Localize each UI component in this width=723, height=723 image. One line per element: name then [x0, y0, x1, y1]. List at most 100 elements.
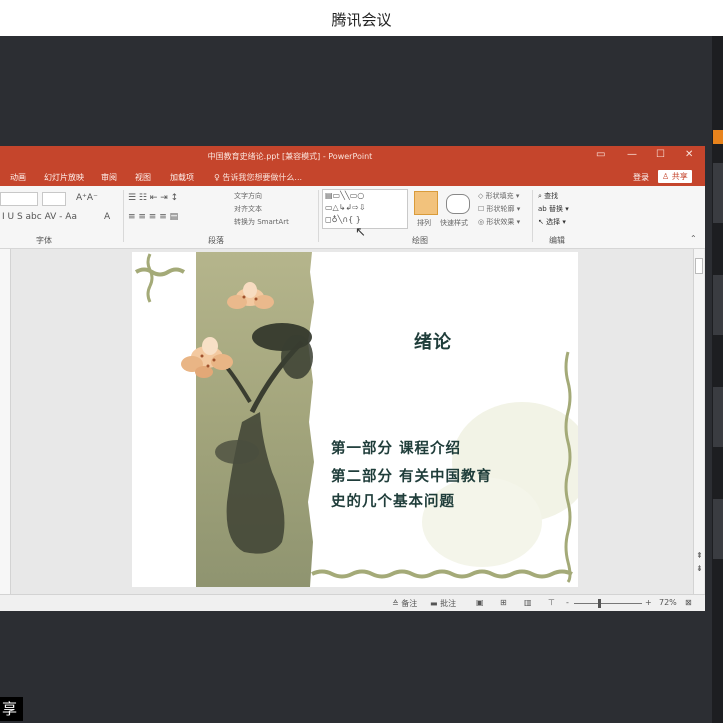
close-icon[interactable]: ✕: [685, 149, 693, 160]
font-name-box[interactable]: [0, 192, 38, 206]
document-title: 中国教育史绪论.ppt [兼容模式] - PowerPoint: [207, 152, 373, 161]
font-size-box[interactable]: [42, 192, 66, 206]
slide-sorter-icon[interactable]: ⊞: [500, 598, 507, 607]
comments-button[interactable]: ▬ 批注: [430, 598, 456, 609]
tab-slideshow[interactable]: 幻灯片放映: [44, 172, 84, 183]
app-title: 腾讯会议: [331, 11, 392, 29]
slide-text-line: 第一部分 课程介绍: [331, 440, 462, 457]
border-ornament: [146, 253, 154, 303]
border-ornament: [134, 267, 186, 277]
shape-outline-button[interactable]: ☐ 形状轮廓 ▾: [478, 204, 520, 214]
shapes-icon: ◻♁╲∩{ }: [325, 215, 361, 224]
zoom-level[interactable]: 72%: [659, 598, 677, 607]
participant-thumbnail[interactable]: [713, 163, 723, 223]
grow-font-icon[interactable]: A⁺A⁻: [76, 193, 98, 203]
slide-title: 绪论: [414, 332, 452, 353]
next-slide-icon[interactable]: ⇟: [696, 564, 703, 573]
select-label: 选择: [546, 218, 561, 226]
replace-label: 替换: [548, 205, 563, 213]
group-paragraph-label: 段落: [208, 236, 224, 245]
powerpoint-window: 中国教育史绪论.ppt [兼容模式] - PowerPoint ▭ — ☐ ✕ …: [0, 146, 705, 611]
find-label: 查找: [544, 192, 559, 200]
arrange-button[interactable]: 排列: [417, 218, 431, 228]
prev-slide-icon[interactable]: ⇞: [696, 551, 703, 560]
select-icon: ↖: [538, 218, 547, 226]
bullets-icon[interactable]: ☰ ☷ ⇤ ⇥ ↕: [128, 193, 178, 203]
divider: [532, 190, 533, 242]
replace-button[interactable]: ab 替换 ▾: [538, 204, 569, 214]
shape-fill-label: 形状填充: [485, 192, 514, 200]
outline-icon: ☐: [478, 205, 487, 213]
shapes-icon: ▤▭╲╲▭○: [325, 191, 365, 200]
mouse-cursor-icon: ↖: [355, 225, 366, 240]
minimize-icon[interactable]: —: [627, 149, 637, 160]
ribbon-display-icon[interactable]: ▭: [596, 149, 605, 160]
align-icons[interactable]: ≡ ≡ ≡ ≡ ▤: [128, 212, 178, 222]
maximize-icon[interactable]: ☐: [656, 149, 665, 160]
share-button[interactable]: ♙ 共享: [658, 170, 692, 183]
participant-indicator: [713, 130, 723, 144]
tab-review[interactable]: 审阅: [101, 172, 117, 183]
group-drawing-label: 绘图: [412, 236, 428, 245]
group-editing-label: 编辑: [549, 236, 565, 245]
shapes-gallery[interactable]: ▤▭╲╲▭○ ▭△↳↲⇨⇩ ◻♁╲∩{ }: [322, 189, 408, 229]
notes-label: 备注: [401, 599, 418, 608]
tell-me-search[interactable]: ♀ 告诉我您想要做什么...: [214, 172, 302, 183]
participant-thumbnail[interactable]: [713, 499, 723, 559]
text-direction-button[interactable]: 文字方向: [234, 191, 262, 201]
scrollbar-thumb[interactable]: [695, 258, 703, 274]
convert-smartart-button[interactable]: 转换为 SmartArt: [234, 217, 289, 227]
quick-styles-icon[interactable]: [446, 194, 470, 214]
fill-icon: ◇: [478, 192, 486, 200]
format-icons[interactable]: I U S abc AV - Aa: [2, 212, 77, 222]
thumbnail-pane-edge[interactable]: [0, 249, 11, 594]
slide-text-line: 第二部分 有关中国教育: [331, 468, 493, 485]
ink-leaf: [215, 440, 259, 464]
ink-leaf: [281, 335, 313, 379]
notes-icon: ≙: [392, 599, 402, 608]
notes-button[interactable]: ≙ 备注: [392, 598, 417, 609]
comment-icon: ▬: [430, 599, 441, 608]
reading-view-icon[interactable]: ▥: [524, 598, 532, 607]
divider: [318, 190, 319, 242]
arrange-icon[interactable]: [414, 191, 438, 215]
replace-icon: ab: [538, 205, 549, 213]
normal-view-icon[interactable]: ▣: [476, 598, 484, 607]
font-color-icon[interactable]: A: [104, 212, 110, 222]
select-button[interactable]: ↖ 选择 ▾: [538, 217, 566, 227]
comments-label: 批注: [440, 599, 457, 608]
align-text-button[interactable]: 对齐文本: [234, 204, 262, 214]
slideshow-view-icon[interactable]: ⊤: [548, 598, 555, 607]
login-link[interactable]: 登录: [633, 172, 649, 183]
zoom-slider[interactable]: [574, 603, 642, 604]
slide-artwork: [134, 252, 578, 587]
ribbon-tabs: 动画 幻灯片放映 审阅 视图 加载项 ♀ 告诉我您想要做什么... 登录 ♙ 共…: [0, 168, 705, 186]
shape-effects-label: 形状效果: [486, 218, 515, 226]
vertical-scrollbar[interactable]: [693, 249, 704, 594]
shape-fill-button[interactable]: ◇ 形状填充 ▾: [478, 191, 519, 201]
fit-slide-icon[interactable]: ⊠: [685, 598, 692, 607]
shape-effects-button[interactable]: ◎ 形状效果 ▾: [478, 217, 520, 227]
zoom-slider-knob[interactable]: [598, 599, 601, 608]
border-ornament: [311, 569, 573, 579]
find-button[interactable]: ⌕ 查找: [538, 191, 558, 201]
ppt-titlebar: 中国教育史绪论.ppt [兼容模式] - PowerPoint ▭ — ☐ ✕: [0, 146, 705, 168]
quick-styles-button[interactable]: 快速样式: [440, 218, 468, 228]
zoom-out-icon[interactable]: -: [566, 598, 569, 607]
share-status-label: 享: [0, 697, 24, 721]
participant-thumbnail[interactable]: [713, 275, 723, 335]
ribbon-panel: A⁺A⁻ I U S abc AV - Aa A 字体 ☰ ☷ ⇤ ⇥ ↕ ≡ …: [0, 186, 705, 249]
slide[interactable]: 绪论 第一部分 课程介绍 第二部分 有关中国教育 史的几个基本问题: [132, 252, 578, 587]
tab-view[interactable]: 视图: [135, 172, 151, 183]
shapes-icon: ▭△↳↲⇨⇩: [325, 203, 366, 212]
tab-addins[interactable]: 加载项: [170, 172, 194, 183]
group-font-label: 字体: [36, 236, 52, 245]
tab-animations[interactable]: 动画: [10, 172, 26, 183]
collapse-ribbon-icon[interactable]: ⌃: [690, 234, 697, 243]
participant-thumbnail[interactable]: [713, 387, 723, 447]
zoom-in-icon[interactable]: +: [645, 598, 652, 607]
shape-outline-label: 形状轮廓: [486, 205, 515, 213]
share-label: 共享: [671, 172, 688, 181]
slide-text-line: 史的几个基本问题: [331, 493, 455, 510]
person-icon: ♙: [662, 172, 672, 181]
